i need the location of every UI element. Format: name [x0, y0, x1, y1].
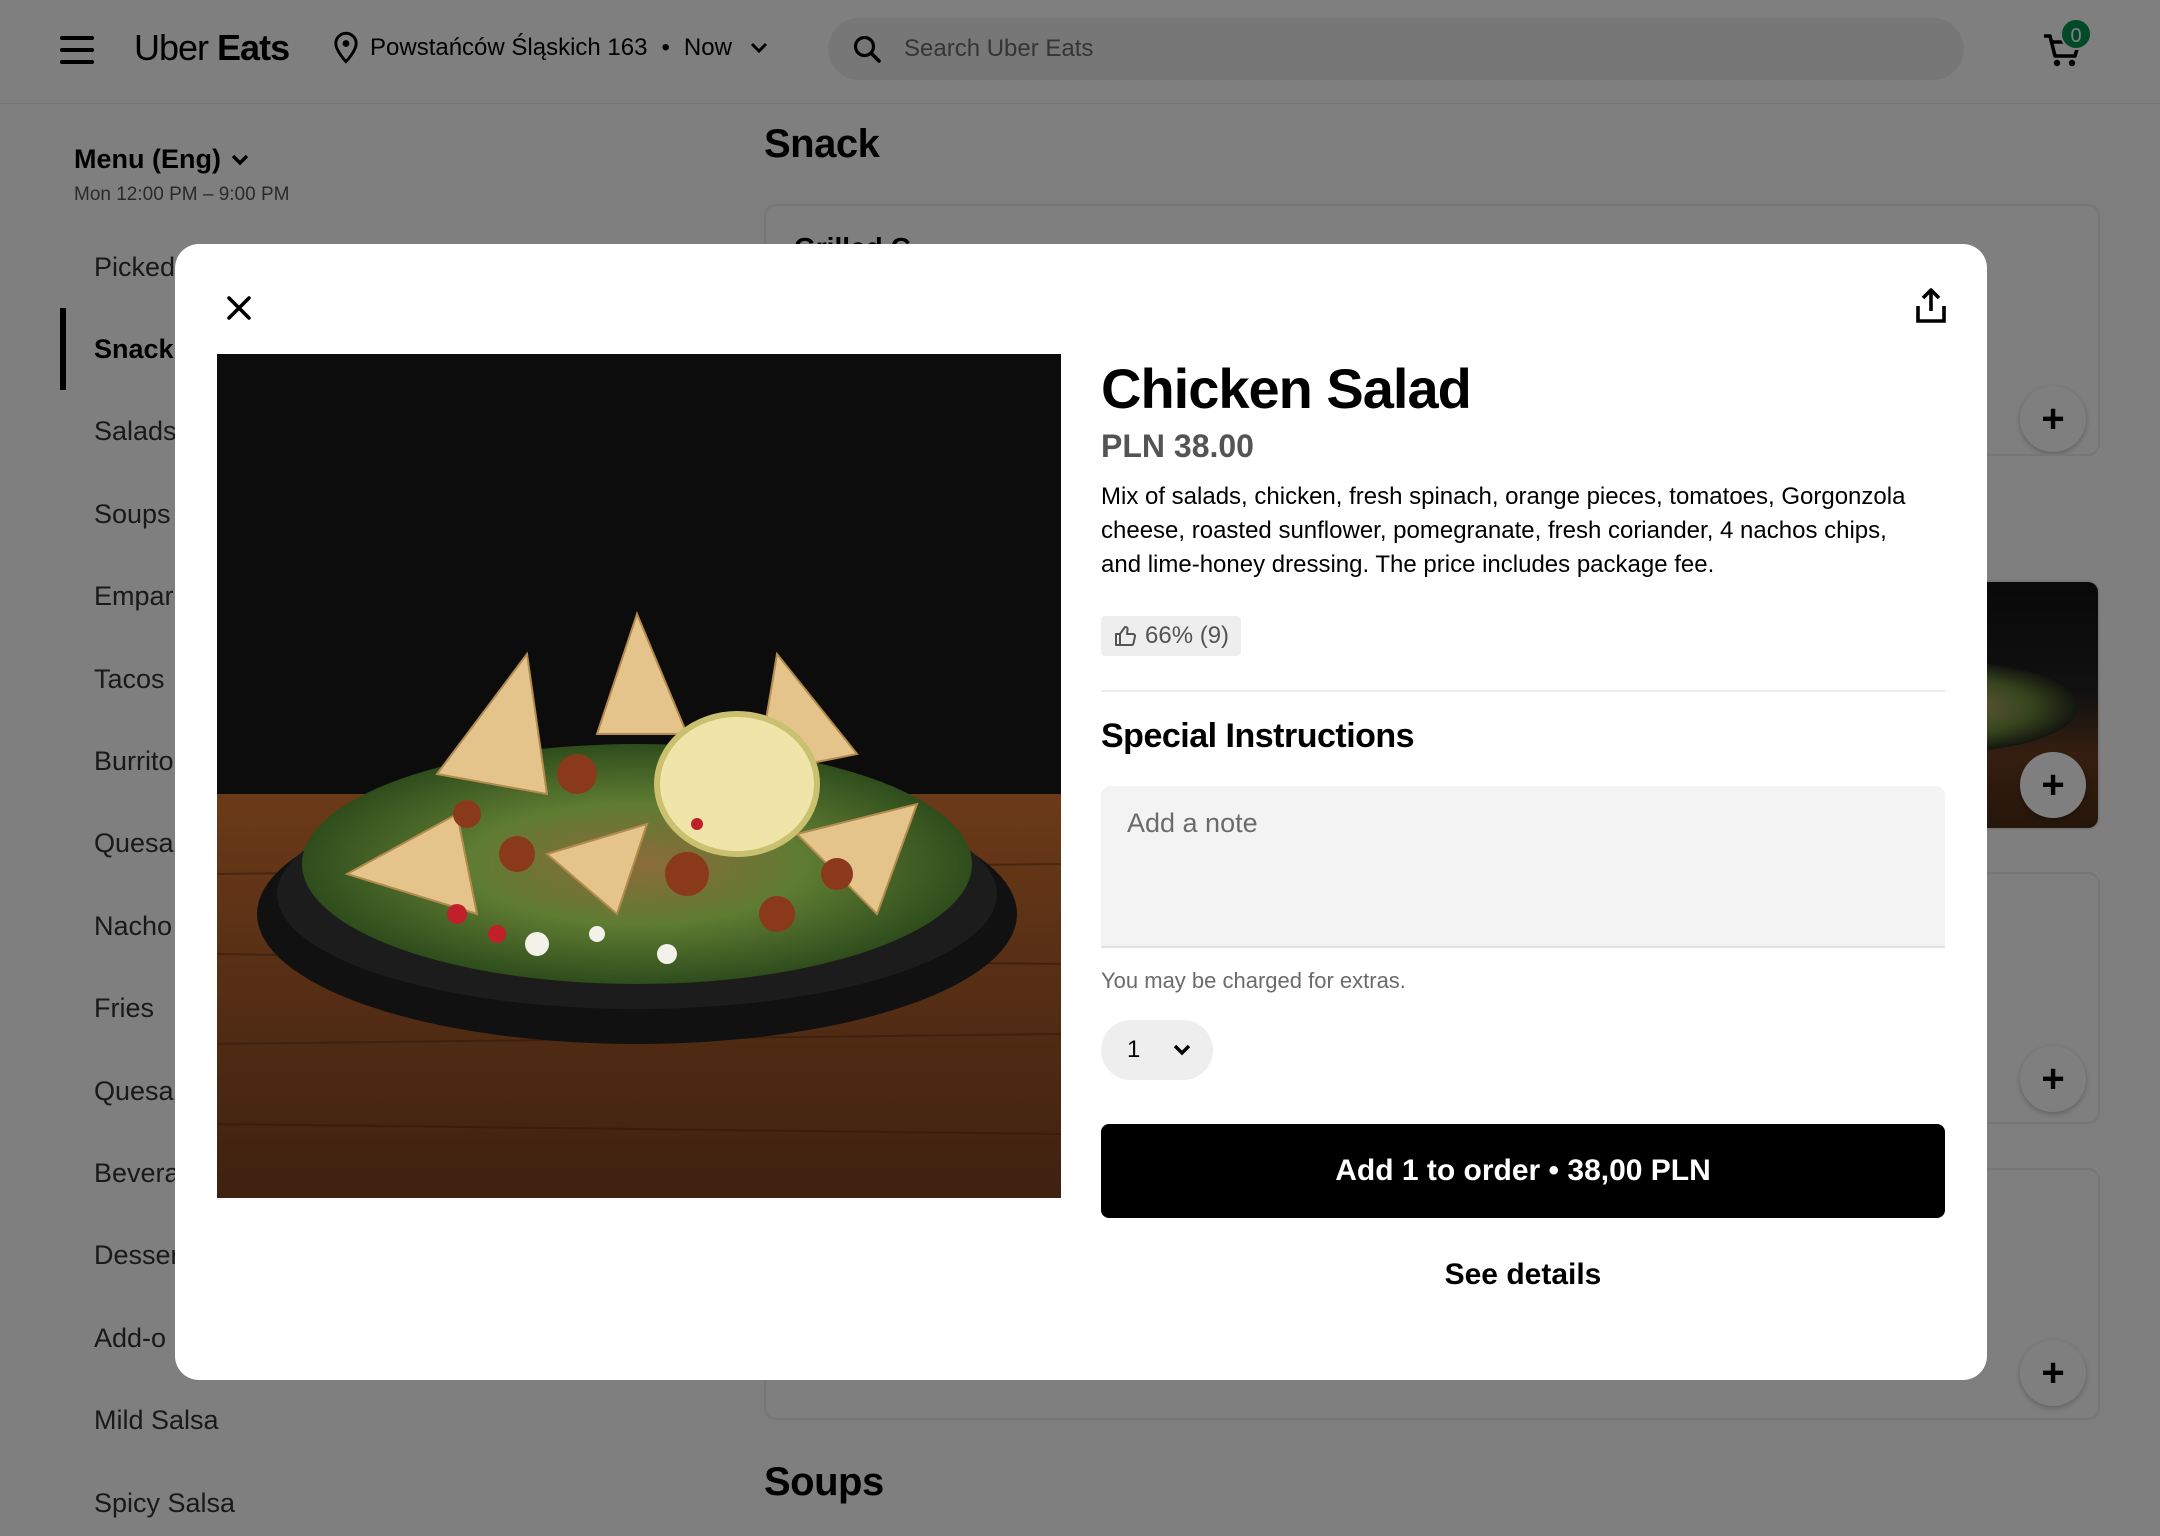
share-icon: [1916, 288, 1946, 323]
close-button[interactable]: [211, 280, 267, 336]
close-icon: [227, 296, 251, 320]
item-photo: [217, 354, 1061, 1198]
chevron-down-icon: [1173, 1044, 1191, 1056]
extras-hint: You may be charged for extras.: [1101, 968, 1406, 993]
salad-photo-illustration: [217, 354, 1061, 1198]
item-detail-modal: Chicken Salad PLN 38.00 Mix of salads, c…: [175, 244, 1987, 1380]
add-to-order-button[interactable]: Add 1 to order • 38,00 PLN: [1101, 1124, 1945, 1218]
item-info: Chicken Salad PLN 38.00 Mix of salads, c…: [1101, 354, 1945, 1292]
special-instructions-title: Special Instructions: [1101, 717, 1415, 755]
section-divider: [1101, 690, 1945, 692]
share-button[interactable]: [1903, 278, 1959, 334]
item-description: Mix of salads, chicken, fresh spinach, o…: [1101, 483, 1906, 578]
special-instructions-input[interactable]: [1101, 786, 1945, 948]
item-price: PLN 38.00: [1101, 428, 1254, 464]
item-title: Chicken Salad: [1101, 357, 1472, 420]
quantity-select[interactable]: 1: [1101, 1020, 1213, 1080]
see-details-button[interactable]: See details: [1101, 1258, 1945, 1292]
rating-text: 66% (9): [1145, 622, 1230, 649]
rating-badge: 66% (9): [1101, 616, 1242, 656]
quantity-value: 1: [1127, 1036, 1141, 1063]
thumbs-up-icon: [1115, 626, 1137, 646]
